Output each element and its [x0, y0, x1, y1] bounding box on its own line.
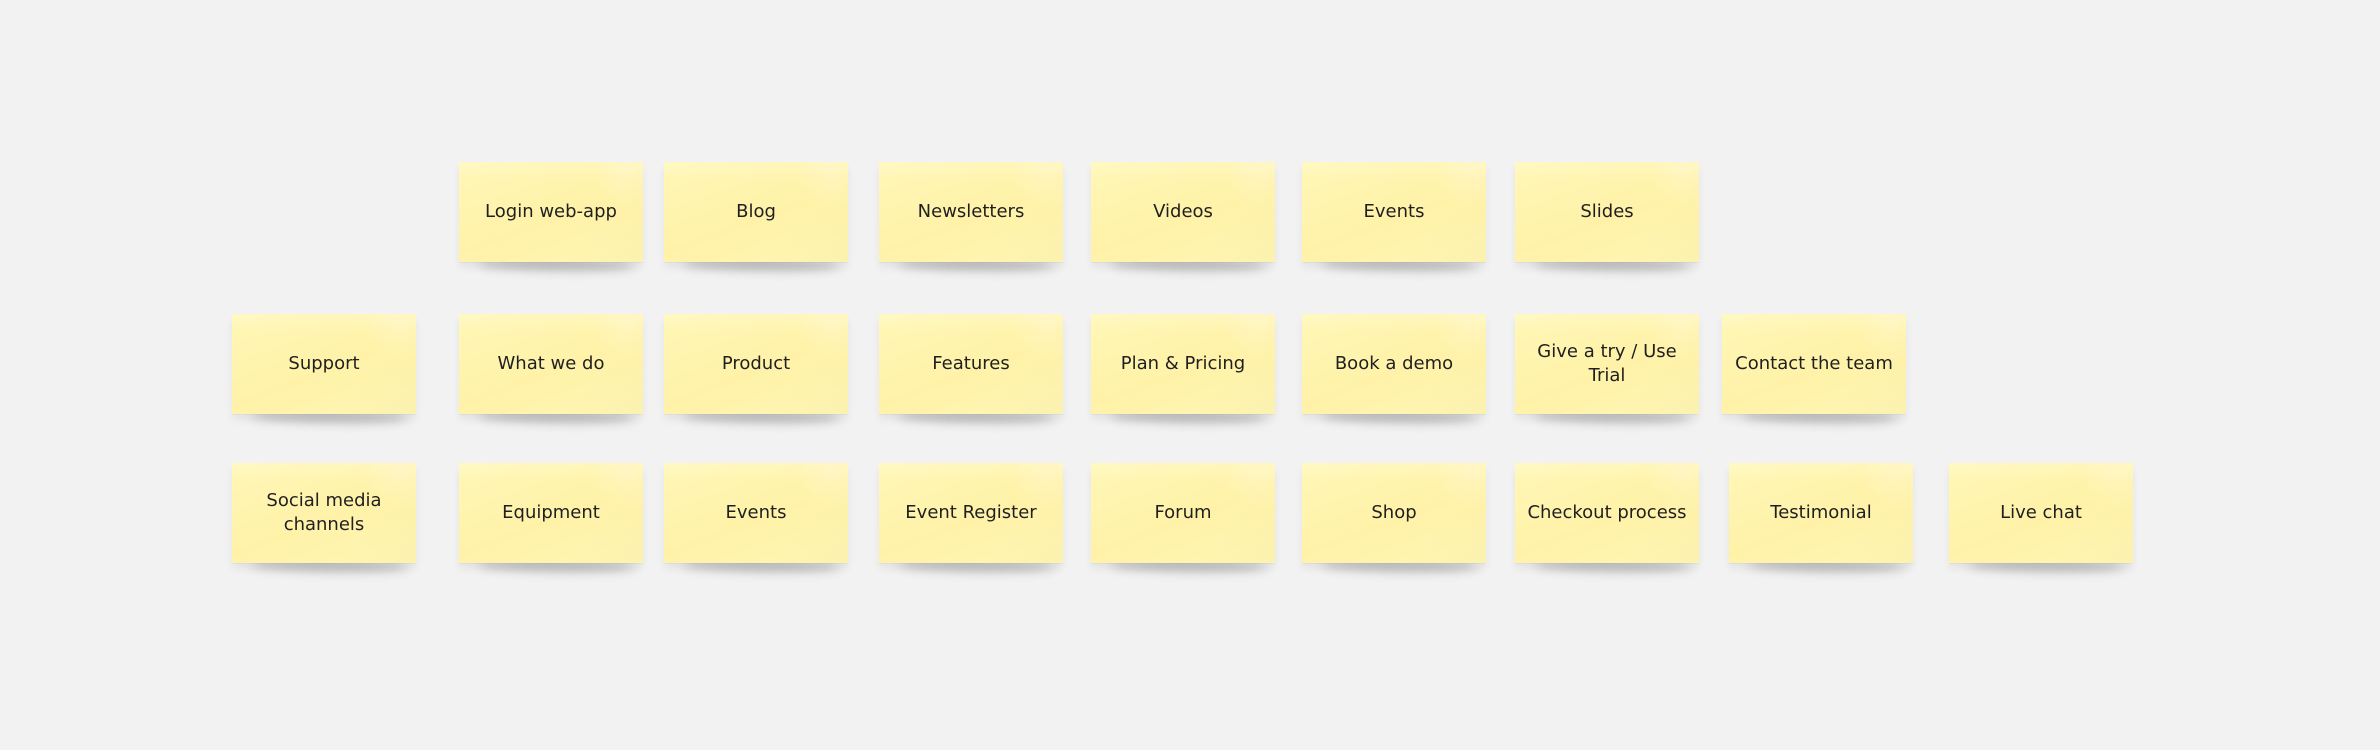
sticky-note-testimonial[interactable]: Testimonial: [1729, 463, 1913, 563]
sticky-note-label: Shop: [1371, 502, 1417, 523]
sticky-note-label: Product: [721, 353, 791, 374]
sticky-note-label: Support: [288, 353, 360, 374]
sticky-note-forum[interactable]: Forum: [1091, 463, 1275, 563]
sticky-note-login-web-app[interactable]: Login web-app: [459, 162, 643, 262]
sticky-note-label: Event Register: [905, 502, 1037, 523]
sticky-note-label: Events: [725, 502, 787, 523]
sticky-note-label: Forum: [1154, 502, 1212, 523]
sticky-note-label: Videos: [1153, 201, 1213, 222]
sticky-note-slides[interactable]: Slides: [1515, 162, 1699, 262]
sticky-note-blog[interactable]: Blog: [664, 162, 848, 262]
sticky-note-label: Contact the team: [1735, 353, 1893, 374]
sticky-note-label: Book a demo: [1334, 353, 1454, 374]
sticky-note-equipment[interactable]: Equipment: [459, 463, 643, 563]
sticky-note-event-register[interactable]: Event Register: [879, 463, 1063, 563]
sticky-note-newsletters[interactable]: Newsletters: [879, 162, 1063, 262]
sticky-note-contact-the-team[interactable]: Contact the team: [1722, 314, 1906, 414]
sticky-note-product[interactable]: Product: [664, 314, 848, 414]
sticky-note-videos[interactable]: Videos: [1091, 162, 1275, 262]
sticky-note-live-chat[interactable]: Live chat: [1949, 463, 2133, 563]
sticky-note-events[interactable]: Events: [1302, 162, 1486, 262]
sticky-note-book-a-demo[interactable]: Book a demo: [1302, 314, 1486, 414]
sticky-note-label: Slides: [1580, 201, 1634, 222]
sticky-note-events-second[interactable]: Events: [664, 463, 848, 563]
sticky-note-features[interactable]: Features: [879, 314, 1063, 414]
sticky-note-label: Give a try / Use Trial: [1537, 341, 1677, 386]
sticky-note-what-we-do[interactable]: What we do: [459, 314, 643, 414]
sticky-note-label: Testimonial: [1770, 502, 1872, 523]
sticky-note-label: Plan & Pricing: [1120, 353, 1246, 374]
sticky-note-plan-pricing[interactable]: Plan & Pricing: [1091, 314, 1275, 414]
sticky-note-label: Social media channels: [266, 490, 382, 535]
sticky-note-board: Login web-app Blog Newsletters Videos Ev…: [0, 0, 2380, 750]
sticky-note-label: Checkout process: [1527, 502, 1687, 523]
sticky-note-label: Features: [932, 353, 1010, 374]
sticky-note-label: Login web-app: [485, 201, 617, 222]
sticky-note-label: Live chat: [2000, 502, 2082, 523]
sticky-note-give-a-try[interactable]: Give a try / Use Trial: [1515, 314, 1699, 414]
sticky-note-label: Events: [1363, 201, 1425, 222]
sticky-note-label: Blog: [736, 201, 776, 222]
sticky-note-label: Newsletters: [917, 201, 1025, 222]
sticky-note-checkout-process[interactable]: Checkout process: [1515, 463, 1699, 563]
sticky-note-social-media-channels[interactable]: Social media channels: [232, 463, 416, 563]
sticky-note-label: Equipment: [502, 502, 600, 523]
sticky-note-label: What we do: [497, 353, 605, 374]
sticky-note-support[interactable]: Support: [232, 314, 416, 414]
sticky-note-shop[interactable]: Shop: [1302, 463, 1486, 563]
